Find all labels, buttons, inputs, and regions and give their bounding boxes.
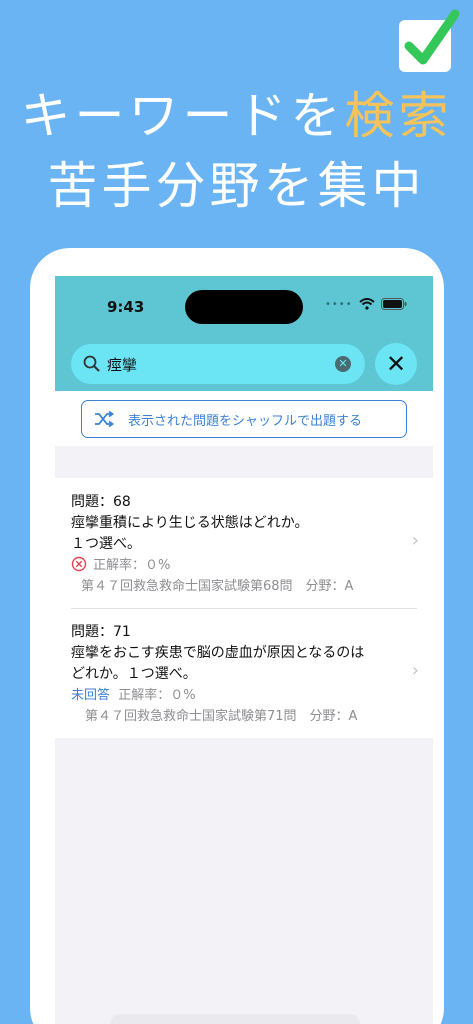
clear-search-icon[interactable]: ✕ — [335, 356, 351, 372]
shuffle-button[interactable]: 表示された問題をシャッフルで出題する — [81, 400, 407, 438]
list-item[interactable]: 問題：68 痙攣重積により生じる状態はどれか。 １つ選べ。 正解率：０% 第４７… — [71, 492, 419, 597]
dynamic-island — [185, 290, 303, 324]
tab-bar-peek — [110, 1014, 360, 1024]
wifi-icon — [358, 298, 375, 310]
close-button[interactable]: ✕ — [375, 343, 417, 385]
status-icons: •••• — [325, 298, 407, 310]
search-icon — [83, 355, 100, 372]
divider — [71, 608, 417, 609]
list-item[interactable]: 問題：71 痙攣をおこす疾患で脳の虚血が原因となるのは どれか。１つ選べ。 未回… — [71, 622, 419, 727]
app-screen: 9:43 •••• 痙攣 ✕ ✕ 表示された問題をシャッフルで出題する 問題：6… — [55, 276, 433, 1024]
incorrect-icon — [71, 556, 87, 572]
promo-headline-line1: キーワードを検索 — [20, 87, 453, 145]
results-list: 問題：68 痙攣重積により生じる状態はどれか。 １つ選べ。 正解率：０% 第４７… — [55, 478, 433, 738]
unanswered-label: 未回答 — [71, 688, 111, 703]
battery-icon — [380, 298, 407, 310]
search-query: 痙攣 — [107, 356, 138, 374]
search-input[interactable]: 痙攣 ✕ — [71, 344, 365, 384]
promo-headline-highlight: 検索 — [344, 87, 453, 145]
shuffle-area: 表示された問題をシャッフルで出題する — [55, 391, 433, 446]
checkmark-icon — [404, 9, 460, 65]
chevron-right-icon: › — [411, 660, 419, 681]
promo-headline-line2: 苦手分野を集中 — [47, 157, 426, 215]
chevron-right-icon: › — [411, 530, 419, 551]
status-time: 9:43 — [107, 298, 145, 316]
signal-icon: •••• — [325, 298, 353, 310]
shuffle-icon — [95, 411, 114, 427]
checkbox-icon — [399, 9, 460, 72]
header: 9:43 •••• 痙攣 ✕ ✕ — [55, 276, 433, 391]
shuffle-button-label: 表示された問題をシャッフルで出題する — [128, 413, 363, 429]
